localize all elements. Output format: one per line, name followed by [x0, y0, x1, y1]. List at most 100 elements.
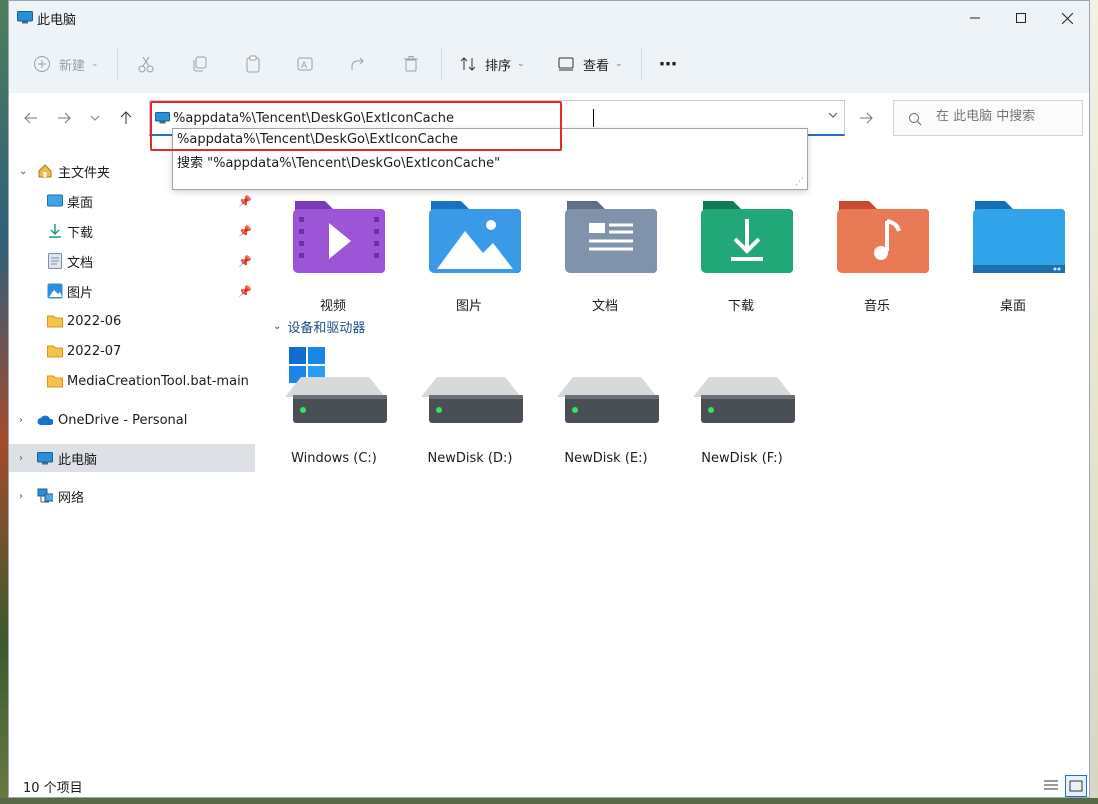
sidebar-item-pictures[interactable]: 图片 📌	[9, 277, 255, 305]
hard-drive-icon	[557, 377, 659, 423]
sidebar-item-desktop[interactable]: 桌面 📌	[9, 187, 255, 215]
section-title: 设备和驱动器	[287, 321, 366, 336]
cut-button[interactable]	[135, 50, 157, 78]
home-icon	[37, 163, 53, 179]
pin-icon[interactable]: 📌	[238, 225, 252, 238]
sidebar-item-folder[interactable]: 2022-06	[9, 307, 255, 335]
sidebar-item-thispc[interactable]: › 此电脑	[9, 444, 255, 472]
folder-tile-documents[interactable]: 文档	[545, 195, 665, 315]
drive-tile-e[interactable]: NewDisk (E:)	[543, 347, 669, 477]
sort-icon	[457, 53, 479, 75]
suggestion-search-item[interactable]: 搜索 "%appdata%\Tencent\DeskGo\ExtIconCach…	[177, 152, 500, 171]
sidebar-label: 此电脑	[58, 452, 98, 468]
document-icon	[47, 253, 63, 269]
drive-tile-d[interactable]: NewDisk (D:)	[407, 347, 533, 477]
plus-circle-icon	[31, 53, 53, 75]
sort-label: 排序	[485, 58, 512, 74]
search-box[interactable]	[893, 100, 1083, 136]
drive-tile-f[interactable]: NewDisk (F:)	[679, 347, 805, 477]
folder-label: 下载	[727, 299, 754, 314]
address-input[interactable]	[173, 109, 813, 127]
music-folder-icon	[837, 201, 929, 273]
sidebar-item-downloads[interactable]: 下载 📌	[9, 217, 255, 245]
share-button[interactable]	[347, 50, 369, 78]
sidebar-label: 下载	[67, 225, 94, 241]
drive-tile-c[interactable]: Windows (C:)	[271, 347, 397, 477]
folder-icon	[47, 343, 63, 359]
close-button[interactable]	[1044, 1, 1089, 35]
minimize-button[interactable]	[952, 1, 998, 35]
title-bar[interactable]: 此电脑	[9, 1, 1089, 35]
sidebar-label: 主文件夹	[58, 165, 111, 181]
sort-button[interactable]: 排序 ⌄	[457, 50, 525, 78]
details-view-button[interactable]	[1041, 775, 1061, 795]
go-button[interactable]	[851, 100, 881, 136]
sidebar-item-onedrive[interactable]: › OneDrive - Personal	[9, 406, 255, 434]
pin-icon[interactable]: 📌	[238, 255, 252, 268]
view-button[interactable]: 查看 ⌄	[555, 50, 623, 78]
sidebar-label: 图片	[67, 285, 94, 301]
folder-tile-desktop[interactable]: 桌面	[953, 195, 1073, 315]
hard-drive-icon	[693, 377, 795, 423]
chevron-down-icon: ⌄	[273, 321, 282, 332]
chevron-down-icon: ⌄	[615, 59, 623, 69]
arrow-left-icon	[24, 112, 37, 124]
new-button[interactable]: 新建 ⌄	[31, 50, 99, 78]
folder-icon	[47, 313, 63, 329]
desktop-background-right	[1090, 0, 1098, 804]
folder-label: 音乐	[863, 299, 890, 314]
chevron-down-icon[interactable]	[828, 110, 838, 120]
view-icon	[555, 53, 577, 75]
section-devices-header[interactable]: ⌄ 设备和驱动器	[273, 317, 365, 336]
toolbar-divider	[117, 47, 118, 81]
scissors-icon	[135, 53, 157, 75]
folder-tile-music[interactable]: 音乐	[817, 195, 937, 315]
chevron-down-icon: ⌄	[517, 59, 525, 69]
arrow-up-icon	[120, 111, 132, 124]
picture-icon	[47, 283, 63, 299]
delete-button[interactable]	[400, 50, 422, 78]
sidebar-label: 桌面	[67, 195, 94, 211]
file-explorer-window: 此电脑 新建 ⌄ A 排序 ⌄ 查看 ⌄ ⋯ %appdata%\Tencent…	[8, 0, 1090, 798]
forward-button[interactable]	[52, 106, 76, 130]
folder-tile-downloads[interactable]: 下载	[681, 195, 801, 315]
drive-label: NewDisk (E:)	[564, 451, 648, 466]
search-input[interactable]	[936, 109, 1076, 124]
more-options-button[interactable]: ⋯	[659, 50, 677, 78]
chevron-right-icon[interactable]: ›	[19, 491, 23, 502]
rename-button[interactable]: A	[294, 50, 316, 78]
maximize-button[interactable]	[998, 1, 1044, 35]
pin-icon[interactable]: 📌	[238, 195, 252, 208]
sidebar-item-folder[interactable]: 2022-07	[9, 337, 255, 365]
resize-grip-icon[interactable]: ⋰	[795, 177, 804, 187]
folder-icon	[47, 373, 63, 389]
chevron-down-icon[interactable]: ⌄	[19, 166, 27, 177]
chevron-right-icon[interactable]: ›	[19, 415, 23, 426]
hard-drive-icon	[421, 377, 523, 423]
folder-tile-pictures[interactable]: 图片	[409, 195, 529, 315]
sidebar-item-network[interactable]: › 网络	[9, 482, 255, 510]
arrow-right-icon	[58, 112, 71, 124]
toolbar-divider	[641, 47, 642, 81]
desktop-background-left	[0, 0, 8, 804]
chevron-right-icon[interactable]: ›	[19, 453, 23, 464]
suggestion-item[interactable]: %appdata%\Tencent\DeskGo\ExtIconCache	[177, 132, 458, 147]
back-button[interactable]	[19, 106, 43, 130]
folder-tile-videos[interactable]: 视频	[273, 195, 393, 315]
folder-label: 图片	[455, 299, 482, 314]
up-button[interactable]	[114, 106, 138, 130]
drive-label: Windows (C:)	[291, 451, 377, 466]
tiles-icon	[1069, 780, 1083, 792]
recent-locations-button[interactable]	[83, 106, 107, 130]
large-icons-view-button[interactable]	[1065, 775, 1087, 797]
sidebar-label: OneDrive - Personal	[58, 412, 188, 428]
sidebar-item-folder[interactable]: MediaCreationTool.bat-main	[9, 367, 255, 395]
this-pc-icon	[17, 11, 33, 24]
sidebar-item-documents[interactable]: 文档 📌	[9, 247, 255, 275]
pin-icon[interactable]: 📌	[238, 285, 252, 298]
download-icon	[47, 223, 63, 239]
list-icon	[1044, 780, 1058, 790]
view-label: 查看	[583, 58, 610, 74]
paste-button[interactable]	[242, 50, 264, 78]
copy-button[interactable]	[189, 50, 211, 78]
